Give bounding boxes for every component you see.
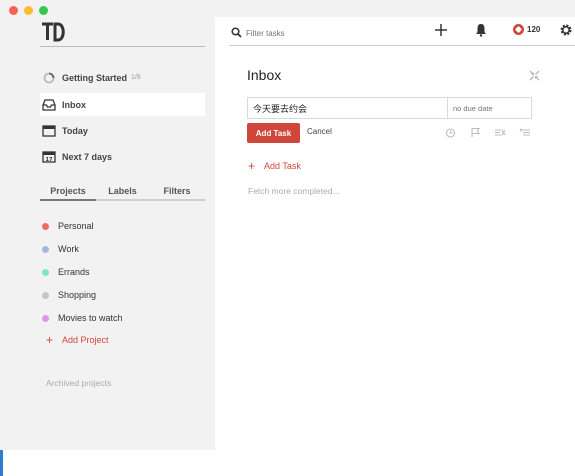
task-tools — [444, 127, 531, 138]
add-task-quick-icon[interactable] — [434, 22, 448, 38]
sidebar: Getting Started 1/6 Inbox Today 17 Next … — [0, 0, 214, 450]
project-color-dot — [42, 245, 49, 253]
progress-count: 1/6 — [131, 74, 141, 81]
project-label: Movies to watch — [58, 313, 123, 323]
project-label: Shopping — [58, 290, 97, 300]
karma-count: 120 — [527, 25, 541, 34]
comment-icon[interactable] — [469, 127, 481, 138]
project-item-work[interactable]: Work — [42, 241, 79, 257]
search-icon — [231, 27, 242, 38]
add-task-link[interactable]: + Add Task — [248, 160, 301, 172]
project-label: Work — [58, 244, 79, 254]
project-color-dot — [42, 268, 49, 276]
plus-icon: + — [248, 159, 256, 173]
project-color-dot — [42, 314, 49, 322]
progress-circle-icon — [42, 71, 56, 85]
priority-icon[interactable] — [519, 127, 531, 138]
divider — [40, 46, 205, 47]
project-item-personal[interactable]: Personal — [42, 218, 94, 234]
collapse-icon[interactable] — [529, 70, 540, 81]
project-label: Personal — [58, 221, 94, 231]
app-logo — [42, 22, 65, 42]
sidebar-item-today[interactable]: Today — [40, 119, 205, 142]
app-window: Getting Started 1/6 Inbox Today 17 Next … — [0, 0, 575, 476]
add-task-label: Add Task — [264, 161, 301, 171]
label-icon[interactable] — [494, 127, 506, 138]
search-input[interactable] — [246, 26, 396, 40]
sidebar-item-label: Next 7 days — [62, 151, 113, 162]
sidebar-tabs: Projects Labels Filters — [40, 183, 205, 201]
due-date-input[interactable] — [447, 97, 532, 119]
add-project-label: Add Project — [62, 335, 109, 345]
project-item-errands[interactable]: Errands — [42, 264, 90, 280]
bell-icon[interactable] — [475, 23, 487, 37]
project-item-movies-to-watch[interactable]: Movies to watch — [42, 310, 123, 326]
project-item-shopping[interactable]: Shopping — [42, 287, 96, 303]
sidebar-item-inbox[interactable]: Inbox — [40, 93, 205, 116]
inbox-icon — [42, 98, 56, 112]
sidebar-item-label: Getting Started — [62, 72, 128, 83]
page-title: Inbox — [247, 67, 282, 83]
cancel-button[interactable]: Cancel — [307, 127, 332, 136]
tab-filters[interactable]: Filters — [149, 183, 205, 199]
project-color-dot — [42, 291, 49, 299]
add-project-button[interactable]: + Add Project — [46, 334, 109, 346]
project-color-dot — [42, 222, 49, 230]
plus-icon: + — [46, 333, 54, 347]
bottom-strip — [0, 450, 575, 476]
top-bar: 120 — [229, 17, 575, 46]
reminder-icon[interactable] — [444, 127, 456, 138]
karma-badge[interactable]: 120 — [513, 24, 540, 35]
calendar-week-number: 17 — [46, 157, 53, 163]
calendar-week-icon: 17 — [42, 150, 56, 164]
main-panel: 120 Inbox Add Task Cancel — [215, 17, 575, 450]
archived-projects-link[interactable]: Archived projects — [46, 378, 111, 388]
gear-icon[interactable] — [559, 23, 573, 37]
tab-labels[interactable]: Labels — [96, 183, 149, 199]
sidebar-item-next-7-days[interactable]: 17 Next 7 days — [40, 145, 205, 168]
sidebar-item-getting-started[interactable]: Getting Started 1/6 — [40, 66, 205, 89]
project-label: Errands — [58, 267, 90, 277]
sidebar-item-label: Inbox — [62, 99, 86, 110]
fetch-more-completed-link[interactable]: Fetch more completed... — [248, 186, 340, 196]
calendar-icon — [42, 124, 56, 138]
add-task-button[interactable]: Add Task — [247, 123, 300, 143]
task-content-input[interactable] — [247, 97, 447, 119]
karma-icon — [513, 24, 524, 35]
edge-accent — [0, 450, 3, 476]
tab-projects[interactable]: Projects — [40, 183, 96, 201]
sidebar-item-label: Today — [62, 125, 88, 136]
